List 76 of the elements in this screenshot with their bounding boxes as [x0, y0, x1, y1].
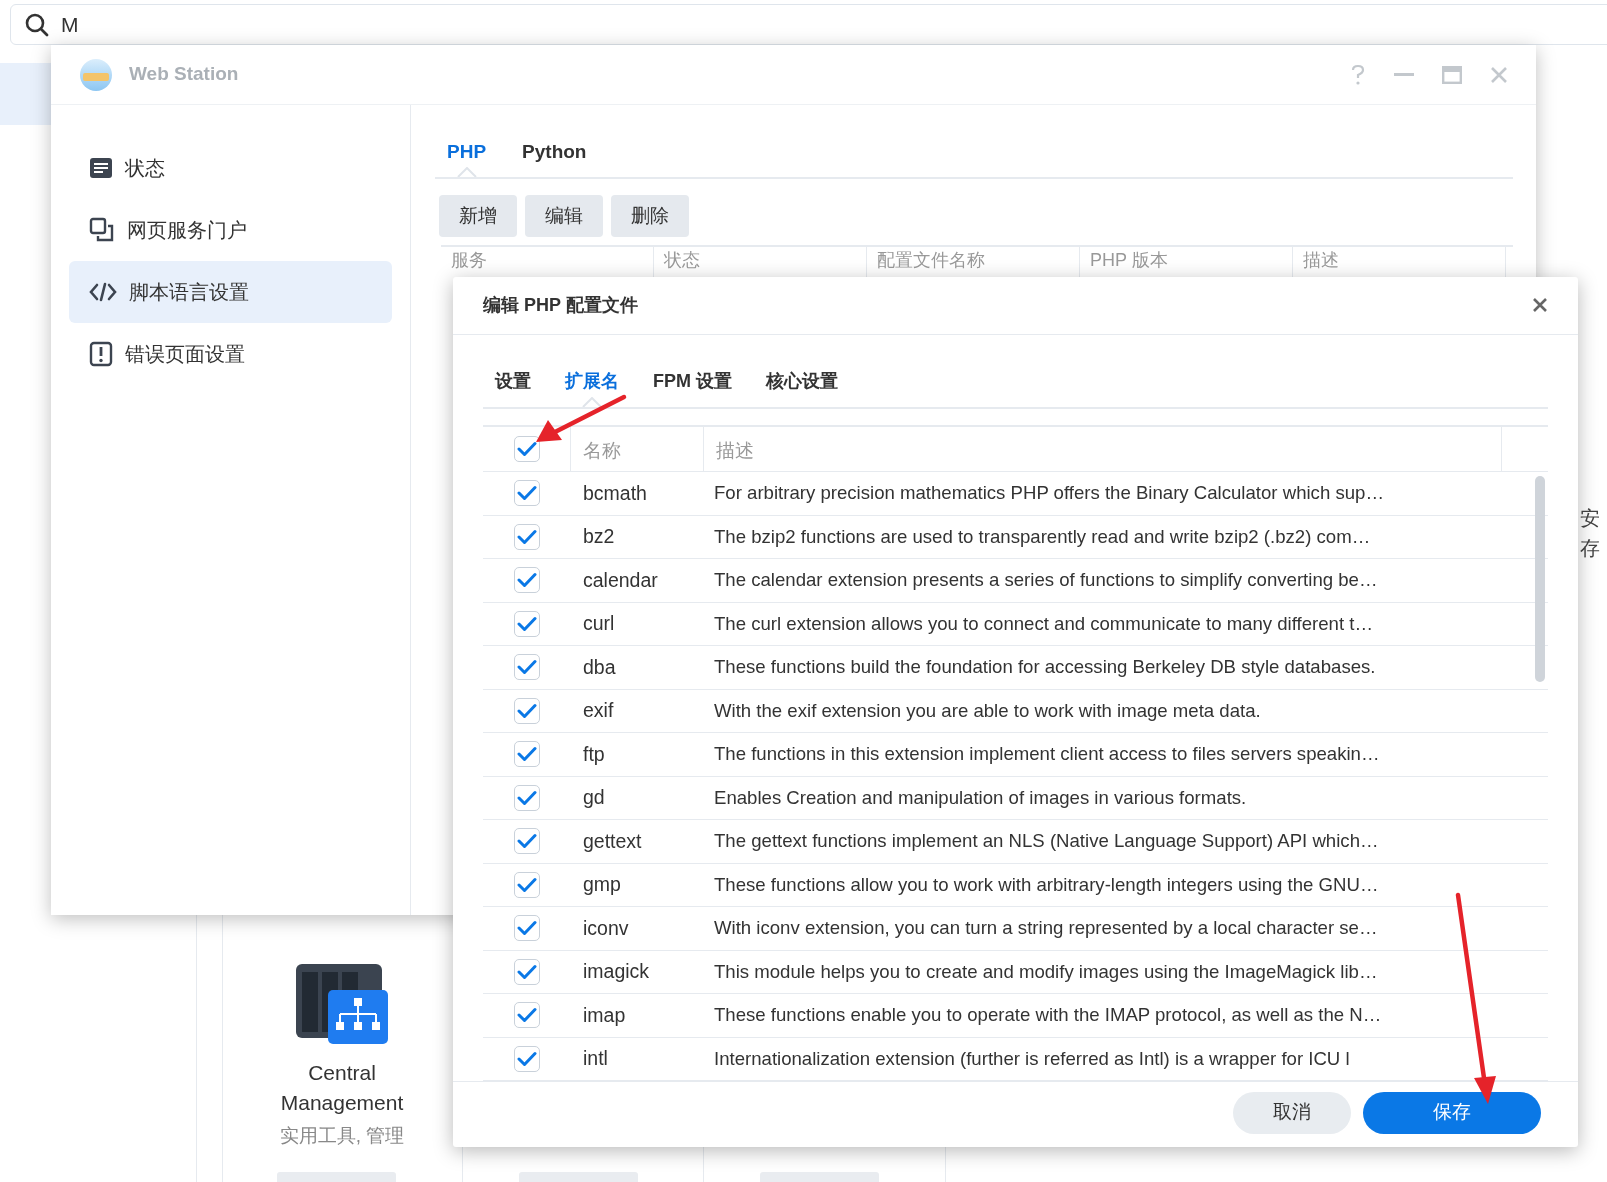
table-cell-text: calendar [582, 567, 659, 593]
table-cell-text: With the exif extension you are able to work with image meta data. [713, 698, 1261, 723]
table-cell-text: The calendar extension presents a series of functions to simplify converting be… [713, 568, 1378, 593]
table-cell-text: intl [582, 1046, 609, 1072]
tab[interactable]: 核心设置 [766, 355, 838, 408]
toolbar-button[interactable]: 编辑 [525, 195, 603, 237]
table-cell-text: gettext [582, 828, 643, 854]
dialog-title: 编辑 PHP 配置文件 [483, 294, 638, 317]
save-button[interactable]: 保存 [1363, 1091, 1541, 1134]
scrollbar[interactable] [1535, 476, 1545, 683]
table-cell-text: bz2 [582, 524, 616, 550]
table-cell-text: The gettext functions implement an NLS (Native Language Support) API which… [713, 829, 1379, 854]
sidebar-item[interactable]: 状态 [69, 137, 392, 199]
table-cell-text: imagick [582, 959, 651, 985]
tab[interactable]: Python [522, 127, 587, 177]
checkbox[interactable] [514, 784, 540, 811]
window-title: Web Station [129, 62, 239, 87]
table-cell-text: dba [582, 654, 617, 680]
app-category: 实用工具, 管理 [279, 1124, 405, 1148]
cancel-button[interactable]: 取消 [1233, 1091, 1351, 1134]
table-cell-text: The curl extension allows you to connect and communicate to many different t… [713, 611, 1374, 636]
tab[interactable]: 扩展名 [565, 355, 619, 408]
table-cell-text: Internationalization extension (further is referred as Intl) is a wrapper for ICU l [713, 1046, 1350, 1071]
server-network-icon[interactable] [294, 962, 390, 1046]
table-cell-text: gd [582, 785, 606, 811]
sidebar-item[interactable]: 脚本语言设置 [69, 261, 392, 323]
list-icon [89, 157, 113, 179]
close-icon[interactable] [1532, 297, 1548, 314]
table-cell-text: The functions in this extension implement client access to files servers speakin… [713, 742, 1380, 767]
checkbox[interactable] [513, 436, 540, 463]
checkbox[interactable] [514, 1045, 540, 1072]
checkbox[interactable] [514, 958, 540, 985]
windows-icon [89, 217, 115, 243]
table-cell-text: This module helps you to create and modify images using the ImageMagick lib… [713, 959, 1378, 984]
globe-icon [79, 57, 113, 92]
checkbox[interactable] [514, 828, 540, 855]
checkbox[interactable] [514, 567, 540, 594]
table-cell-text: curl [582, 611, 616, 637]
checkbox[interactable] [514, 480, 540, 507]
checkbox[interactable] [514, 915, 540, 942]
app-name: Central Management [279, 1060, 405, 1116]
checkbox[interactable] [514, 610, 540, 637]
toolbar-button[interactable]: 删除 [611, 195, 689, 237]
table-cell-text: imap [582, 1002, 627, 1028]
checkbox[interactable] [514, 654, 540, 681]
checkbox[interactable] [514, 741, 540, 768]
table-cell-text: For arbitrary precision mathematics PHP offers the Binary Calculator which sup… [713, 481, 1384, 506]
tab[interactable]: PHP [447, 127, 487, 177]
edge-text: 存 [1580, 536, 1600, 561]
search-icon [25, 12, 49, 37]
code-icon [89, 282, 117, 302]
tab[interactable]: FPM 设置 [653, 355, 732, 408]
checkbox[interactable] [514, 1002, 540, 1029]
table-cell-text: iconv [582, 915, 630, 941]
tab[interactable]: 设置 [495, 355, 531, 408]
table-cell-text: exif [582, 698, 615, 724]
checkbox[interactable] [514, 523, 540, 550]
sidebar-item[interactable]: 网页服务门户 [69, 199, 392, 261]
sidebar-item[interactable]: 错误页面设置 [69, 323, 392, 385]
table-cell-text: With iconv extension, you can turn a string represented by a local character se… [713, 916, 1378, 941]
column-header: 描述 [704, 427, 1502, 472]
table-cell-text: The bzip2 functions are used to transparently read and write bzip2 (.bz2) com… [713, 524, 1371, 549]
alert-icon [89, 341, 113, 367]
table-cell-text: These functions build the foundation for accessing Berkeley DB style databases. [713, 655, 1376, 680]
table-cell-text: ftp [582, 741, 606, 767]
table-cell-text: Enables Creation and manipulation of images in various formats. [713, 785, 1247, 810]
table-cell-text: These functions enable you to operate with the IMAP protocol, as well as the N… [713, 1003, 1382, 1028]
table-cell-text: gmp [582, 872, 622, 898]
table-cell-text: bcmath [582, 480, 648, 506]
table-cell-text: These functions allow you to work with arbitrary-length integers using the GNU… [713, 872, 1379, 897]
edge-text: 安 [1580, 506, 1600, 531]
checkbox[interactable] [514, 697, 540, 724]
column-header: 名称 [571, 427, 704, 472]
toolbar-button[interactable]: 新增 [439, 195, 517, 237]
search-field[interactable]: M [10, 4, 1607, 45]
checkbox[interactable] [514, 871, 540, 898]
